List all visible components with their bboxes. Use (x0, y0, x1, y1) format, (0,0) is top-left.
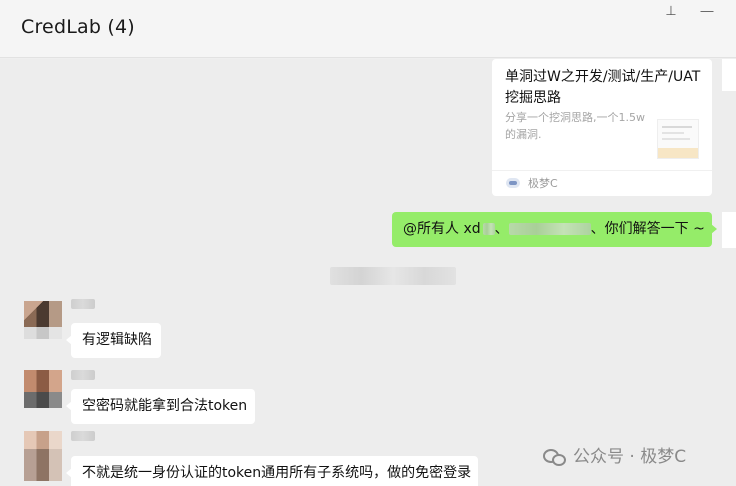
link-card-title: 单洞过W之开发/测试/生产/UAT挖掘思路 (505, 69, 701, 106)
divider (492, 170, 712, 171)
chat-title: CredLab (4) (21, 16, 135, 38)
avatar[interactable] (24, 431, 62, 481)
chat-area[interactable]: 单洞过W之开发/测试/生产/UAT挖掘思路 分享一个挖洞思路,一个1.5w的漏洞… (0, 59, 736, 486)
redacted-text (508, 223, 591, 235)
avatar[interactable] (24, 301, 62, 339)
link-card-description: 分享一个挖洞思路,一个1.5w的漏洞. (505, 111, 645, 141)
incoming-message-bubble[interactable]: 空密码就能拿到合法token (66, 389, 255, 424)
avatar[interactable] (24, 370, 62, 408)
redacted-sender-name (71, 299, 95, 309)
incoming-message-bubble[interactable]: 有逻辑缺陷 (66, 323, 161, 358)
watermark-text: 公众号 · 极梦C (573, 447, 687, 467)
link-card[interactable]: 单洞过W之开发/测试/生产/UAT挖掘思路 分享一个挖洞思路,一个1.5w的漏洞… (492, 59, 712, 196)
redacted-text (482, 223, 495, 235)
account-logo-icon (506, 178, 520, 188)
watermark: 公众号 · 极梦C (543, 445, 686, 469)
link-card-source: 极梦C (528, 177, 558, 190)
minimize-icon[interactable]: — (699, 3, 715, 19)
outgoing-message-bubble[interactable]: @所有人 xd、、你们解答一下 ~ (392, 212, 717, 247)
incoming-message-bubble[interactable]: 不就是统一身份认证的token通用所有子系统吗，做的免密登录 (66, 456, 478, 486)
redacted-sender-name (71, 370, 95, 380)
outgoing-message-prefix: @所有人 xd (403, 221, 481, 237)
title-bar: CredLab (4) ⊥ — (0, 0, 736, 58)
my-avatar[interactable] (722, 212, 736, 248)
link-card-thumbnail (657, 119, 699, 159)
redacted-sender-name (71, 431, 95, 441)
my-avatar[interactable] (722, 59, 736, 91)
redacted-system-notice (330, 267, 456, 285)
pin-icon[interactable]: ⊥ (663, 3, 679, 19)
outgoing-message-suffix: 、你们解答一下 ~ (590, 221, 705, 237)
wechat-logo-icon (543, 447, 569, 467)
